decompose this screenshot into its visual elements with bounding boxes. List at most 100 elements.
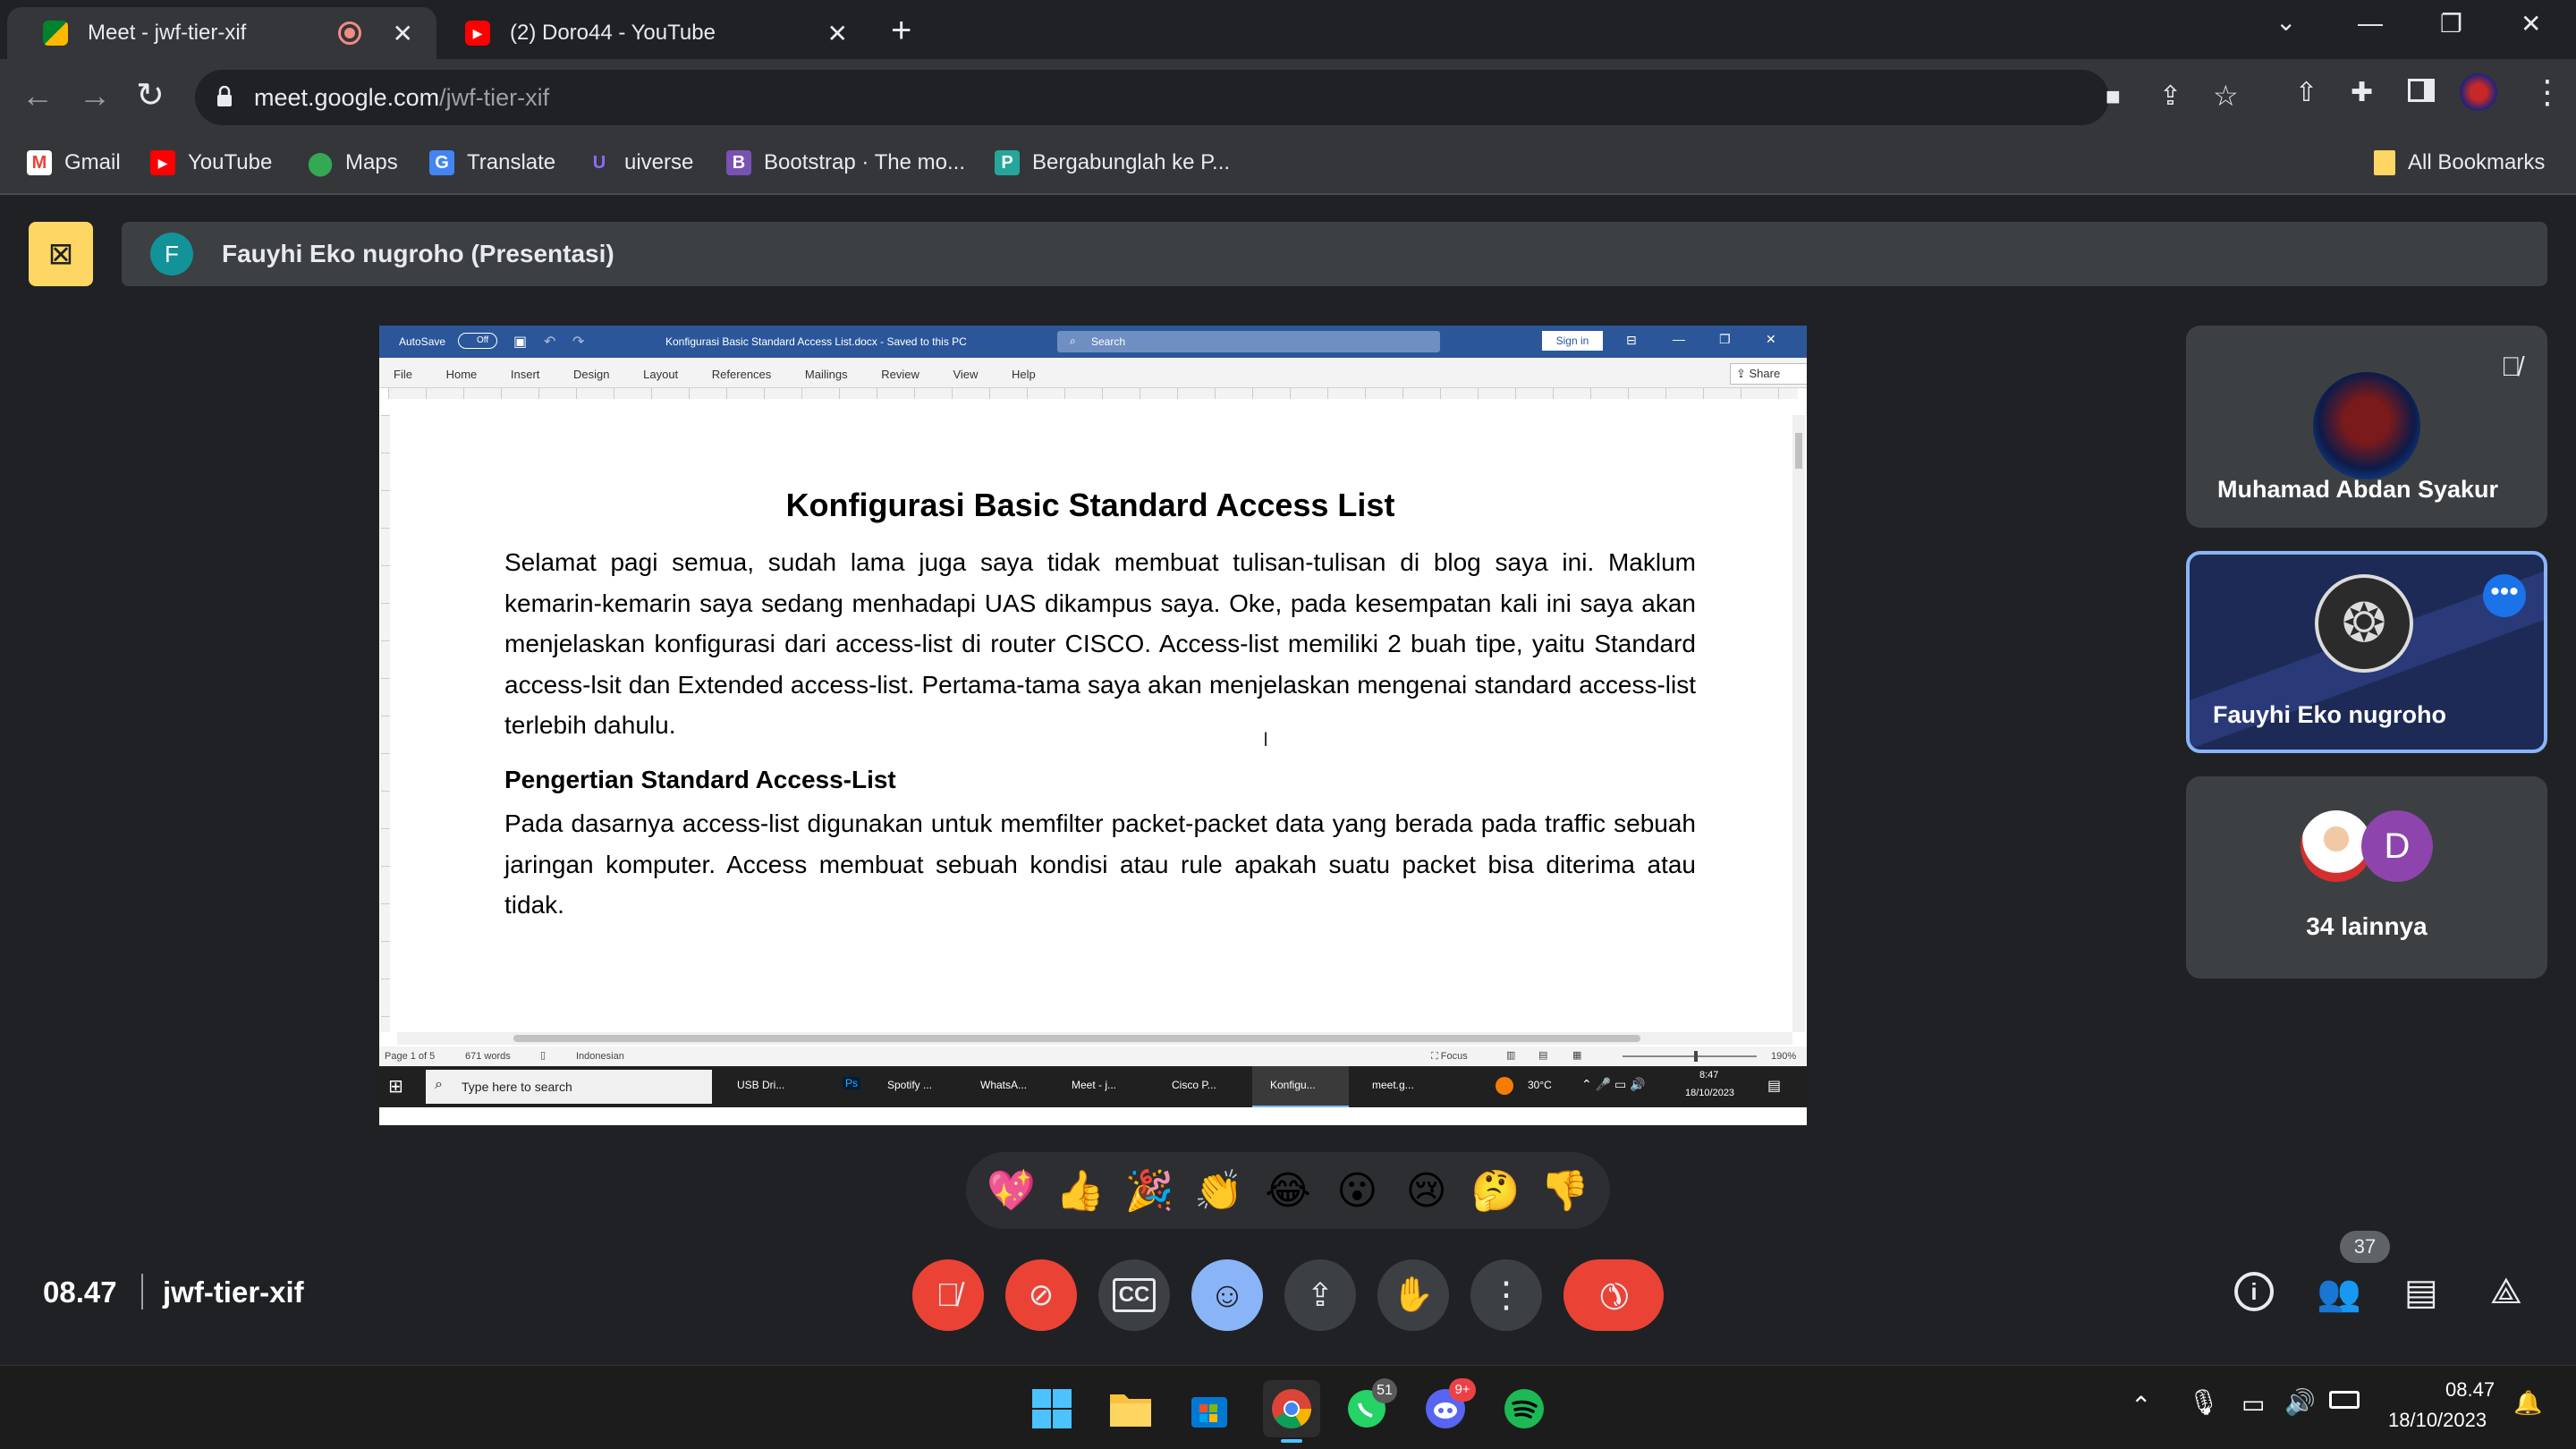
close-tab-icon[interactable]: ✕ xyxy=(393,19,413,48)
reaction-clapping[interactable]: 👏 xyxy=(1188,1159,1250,1222)
status-words[interactable]: 671 words xyxy=(465,1051,511,1062)
bookmark-bootstrap[interactable]: B Bootstrap · The mo... xyxy=(726,150,965,175)
people-button[interactable]: 👥 37 xyxy=(2317,1231,2390,1314)
microsoft-store-icon[interactable] xyxy=(1184,1384,1234,1434)
extension-upload-icon[interactable]: ⇧ xyxy=(2295,77,2318,108)
chat-button[interactable]: ▤ xyxy=(2404,1272,2438,1313)
redo-icon[interactable]: ↷ xyxy=(572,333,584,351)
leave-call-button[interactable]: ✆ xyxy=(1563,1259,1664,1331)
reaction-party-popper[interactable]: 🎉 xyxy=(1118,1159,1181,1222)
ribbon-tab-help[interactable]: Help xyxy=(1012,368,1036,381)
ribbon-tab-review[interactable]: Review xyxy=(881,368,919,381)
back-icon[interactable]: ← xyxy=(21,77,54,114)
participant-tile-others[interactable]: D 34 lainnya xyxy=(2186,776,2547,979)
bookmark-star-icon[interactable]: ☆ xyxy=(2213,79,2239,113)
participant-tile-abdan[interactable]: 🎙̸ Muhamad Abdan Syakur xyxy=(2186,326,2547,528)
restore-icon[interactable]: ❐ xyxy=(2440,9,2462,38)
bookmark-uiverse[interactable]: Uuiverse xyxy=(587,150,694,175)
notification-bell-icon[interactable]: 🔔 xyxy=(2513,1389,2542,1417)
taskbar-time[interactable]: 08.47 xyxy=(2445,1378,2495,1402)
word-search-box[interactable]: ⌕ Search xyxy=(1057,331,1440,352)
all-bookmarks[interactable]: All Bookmarks xyxy=(2374,150,2545,175)
whatsapp-taskbar-icon[interactable]: 51 xyxy=(1342,1378,1397,1434)
tab-search-icon[interactable]: ⌄ xyxy=(2275,7,2296,37)
word-restore-icon[interactable]: ❐ xyxy=(1719,332,1731,347)
horizontal-scrollbar[interactable] xyxy=(397,1032,1792,1045)
close-tab-icon[interactable]: ✕ xyxy=(827,19,848,48)
tray-network-icon[interactable]: ▭ xyxy=(2241,1389,2265,1419)
status-page[interactable]: Page 1 of 5 xyxy=(385,1051,435,1062)
spotify-taskbar-icon[interactable] xyxy=(1499,1384,1549,1434)
share-page-icon[interactable]: ⇪ xyxy=(2159,80,2182,112)
stop-presenting-button[interactable]: ⊠ xyxy=(29,222,93,286)
tray-mic-icon[interactable]: 🎙 xyxy=(2188,1387,2220,1417)
raise-hand-button[interactable]: ✋ xyxy=(1377,1259,1449,1331)
sign-in-button[interactable]: Sign in xyxy=(1542,331,1603,351)
ribbon-tab-layout[interactable]: Layout xyxy=(643,368,678,381)
discord-taskbar-icon[interactable]: 9+ xyxy=(1420,1378,1476,1434)
reaction-crying[interactable]: 😢 xyxy=(1395,1159,1458,1222)
undo-icon[interactable]: ↶ xyxy=(544,333,555,351)
reaction-thumbs-up[interactable]: 👍 xyxy=(1049,1159,1112,1222)
print-layout-icon[interactable]: ▤ xyxy=(1538,1049,1547,1061)
tray-volume-icon[interactable]: 🔊 xyxy=(2284,1387,2316,1417)
bookmark-gmail[interactable]: M Gmail xyxy=(27,150,121,175)
file-explorer-icon[interactable] xyxy=(1106,1384,1156,1434)
close-window-icon[interactable]: ✕ xyxy=(2521,9,2541,38)
ribbon-display-icon[interactable]: ⊟ xyxy=(1626,333,1637,348)
ribbon-tab-view[interactable]: View xyxy=(953,368,978,381)
mic-off-button[interactable]: 🎙̸ xyxy=(912,1259,984,1331)
camera-icon[interactable]: ■ xyxy=(2106,82,2121,111)
ribbon-tab-file[interactable]: File xyxy=(394,368,412,381)
ribbon-tab-mailings[interactable]: Mailings xyxy=(805,368,848,381)
more-options-button[interactable]: ••• xyxy=(2483,574,2526,617)
share-button[interactable]: ⇪ Share xyxy=(1730,363,1807,385)
bookmark-bergabung[interactable]: P Bergabunglah ke P... xyxy=(995,150,1230,175)
present-button[interactable]: ⇪ xyxy=(1284,1259,1356,1331)
reload-icon[interactable]: ↻ xyxy=(136,75,165,115)
ribbon-tab-design[interactable]: Design xyxy=(573,368,609,381)
bookmark-maps[interactable]: ⬤ Maps xyxy=(307,149,397,176)
bookmark-translate[interactable]: G Translate xyxy=(429,150,555,175)
captions-button[interactable]: CC xyxy=(1098,1259,1170,1331)
forward-icon[interactable]: → xyxy=(79,77,111,114)
vertical-scrollbar[interactable] xyxy=(1792,415,1805,1032)
bookmark-youtube[interactable]: ▶ YouTube xyxy=(150,150,272,175)
address-bar[interactable]: meet.google.com/jwf-tier-xif ■ ⇪ ☆ xyxy=(195,70,2239,125)
reaction-thumbs-down[interactable]: 👎 xyxy=(1534,1159,1597,1222)
participant-tile-fauyhi[interactable]: ❂ ••• Fauyhi Eko nugroho xyxy=(2186,551,2547,753)
word-minimize-icon[interactable]: — xyxy=(1673,332,1685,346)
activities-button[interactable]: ⟁ xyxy=(2490,1272,2522,1312)
minimize-icon[interactable]: — xyxy=(2358,9,2383,38)
ribbon-tab-insert[interactable]: Insert xyxy=(511,368,540,381)
proofing-icon[interactable]: ▯ xyxy=(540,1049,546,1061)
ribbon-tab-home[interactable]: Home xyxy=(446,368,478,381)
tab-meet[interactable]: Meet - jwf-tier-xif ✕ xyxy=(7,7,436,59)
status-language[interactable]: Indonesian xyxy=(576,1051,624,1062)
start-windows-icon[interactable] xyxy=(1027,1384,1077,1434)
focus-button[interactable]: ⛶ Focus xyxy=(1431,1051,1468,1063)
reactions-button[interactable]: ☺ xyxy=(1191,1259,1263,1331)
reaction-sparkling-heart[interactable]: 💖 xyxy=(979,1159,1042,1222)
camera-off-button[interactable]: ⊘ xyxy=(1005,1259,1077,1331)
meeting-details-button[interactable]: i xyxy=(2234,1272,2274,1311)
read-mode-icon[interactable]: ▥ xyxy=(1506,1049,1515,1061)
chrome-taskbar-icon[interactable] xyxy=(1263,1380,1320,1443)
tray-overflow-icon[interactable]: ⌃ xyxy=(2131,1391,2151,1420)
new-tab-icon[interactable]: + xyxy=(891,11,911,51)
save-icon[interactable]: ▣ xyxy=(513,333,527,351)
reaction-thinking[interactable]: 🤔 xyxy=(1464,1159,1527,1222)
profile-avatar[interactable] xyxy=(2460,73,2497,111)
side-panel-icon[interactable] xyxy=(2408,79,2435,102)
extensions-puzzle-icon[interactable]: ✚ xyxy=(2351,77,2373,108)
reaction-surprised[interactable]: 😮 xyxy=(1326,1159,1388,1222)
word-close-icon[interactable]: ✕ xyxy=(1766,332,1776,347)
tray-battery-icon[interactable] xyxy=(2329,1391,2360,1409)
autosave-toggle[interactable]: Off xyxy=(458,333,497,349)
reaction-laughing[interactable]: 😂 xyxy=(1257,1159,1319,1222)
ribbon-tab-references[interactable]: References xyxy=(712,368,771,381)
tab-youtube[interactable]: ▶ (2) Doro44 - YouTube ✕ xyxy=(444,7,871,59)
web-layout-icon[interactable]: ▦ xyxy=(1572,1049,1581,1061)
more-options-button[interactable]: ⋮ xyxy=(1470,1259,1542,1331)
zoom-level[interactable]: 190% xyxy=(1771,1051,1796,1062)
